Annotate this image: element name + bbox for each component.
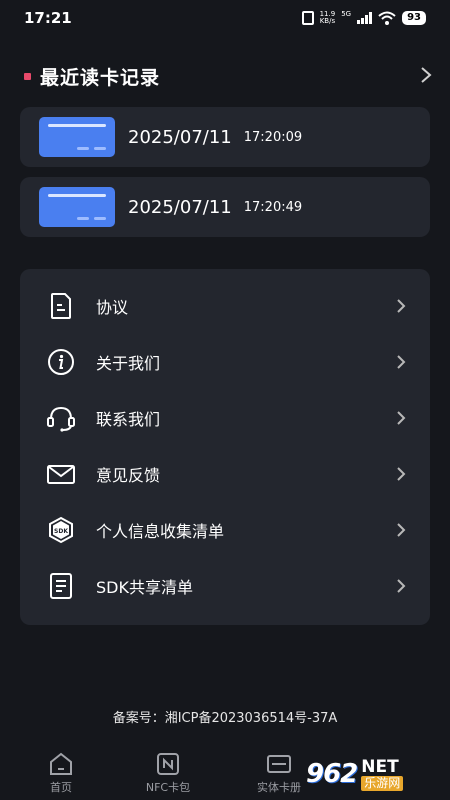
watermark-logo-cn: 乐游网: [361, 775, 404, 791]
signal-bars-icon: [357, 12, 373, 24]
menu-item-personal-info[interactable]: SDK 个人信息收集清单: [20, 502, 430, 558]
card-icon: [39, 187, 115, 227]
battery-indicator: 93: [402, 11, 426, 25]
tab-home[interactable]: 首页: [21, 752, 101, 796]
record-item[interactable]: 2025/07/11 17:20:09: [20, 107, 430, 167]
settings-menu: 协议 关于我们 联系我们 意见反馈 SDK 个人信息收集清单 SDK共享清单: [20, 269, 430, 625]
menu-item-feedback[interactable]: 意见反馈: [20, 446, 430, 502]
list-document-icon: [50, 573, 72, 599]
nfc-icon: [157, 753, 179, 775]
watermark-logo-number: 962: [306, 759, 358, 789]
status-bar: 17:21 11.9 KB/s 5G 93: [0, 0, 450, 36]
network-speed-unit: KB/s: [319, 17, 336, 25]
menu-item-agreement[interactable]: 协议: [20, 278, 430, 334]
chevron-right-icon: [397, 579, 406, 593]
menu-label: 联系我们: [96, 410, 161, 429]
home-icon: [50, 752, 72, 775]
network-speed: 11.9 KB/s: [320, 11, 336, 25]
menu-label: 关于我们: [96, 354, 161, 373]
site-watermark: 962 NET 乐游网: [306, 752, 446, 796]
tab-label: 首页: [50, 781, 72, 794]
status-icons: 11.9 KB/s 5G 93: [301, 10, 426, 25]
menu-label: 意见反馈: [96, 466, 161, 485]
mail-icon: [47, 465, 75, 484]
menu-item-about[interactable]: 关于我们: [20, 334, 430, 390]
menu-item-sdk-list[interactable]: SDK共享清单: [20, 558, 430, 614]
signal-type: 5G: [341, 10, 352, 18]
document-icon: [51, 293, 71, 319]
vibrate-icon: [301, 11, 314, 25]
tab-label: NFC卡包: [145, 781, 191, 794]
tab-label: 实体卡册: [257, 781, 301, 794]
info-icon: [48, 349, 74, 375]
card-album-icon: [267, 755, 291, 773]
section-marker: [24, 72, 31, 80]
sdk-cube-icon: SDK: [49, 516, 73, 544]
chevron-right-icon: [397, 411, 406, 425]
chevron-right-icon[interactable]: [420, 66, 432, 84]
watermark-logo-net: NET: [361, 756, 399, 777]
chevron-right-icon: [397, 355, 406, 369]
tab-nfc-wallet[interactable]: NFC卡包: [128, 752, 208, 796]
record-time: 17:20:09: [243, 129, 303, 145]
menu-label: 个人信息收集清单: [96, 522, 225, 541]
card-icon: [39, 117, 115, 157]
icp-record-text: 备案号：湘ICP备2023036514号-37A: [112, 711, 338, 726]
headset-icon: [47, 406, 75, 432]
record-date: 2025/07/11: [128, 196, 232, 218]
record-date: 2025/07/11: [128, 126, 232, 148]
chevron-right-icon: [397, 523, 406, 537]
menu-item-contact[interactable]: 联系我们: [20, 390, 430, 446]
record-item[interactable]: 2025/07/11 17:20:49: [20, 177, 430, 237]
status-time: 17:21: [24, 9, 72, 27]
wifi-icon: [378, 11, 396, 25]
menu-label: SDK共享清单: [96, 578, 193, 597]
section-title: 最近读卡记录: [40, 66, 161, 89]
svg-text:SDK: SDK: [54, 528, 68, 535]
recent-records-header[interactable]: 最近读卡记录: [20, 60, 432, 92]
menu-label: 协议: [96, 298, 129, 317]
chevron-right-icon: [397, 299, 406, 313]
chevron-right-icon: [397, 467, 406, 481]
record-time: 17:20:49: [243, 199, 303, 215]
